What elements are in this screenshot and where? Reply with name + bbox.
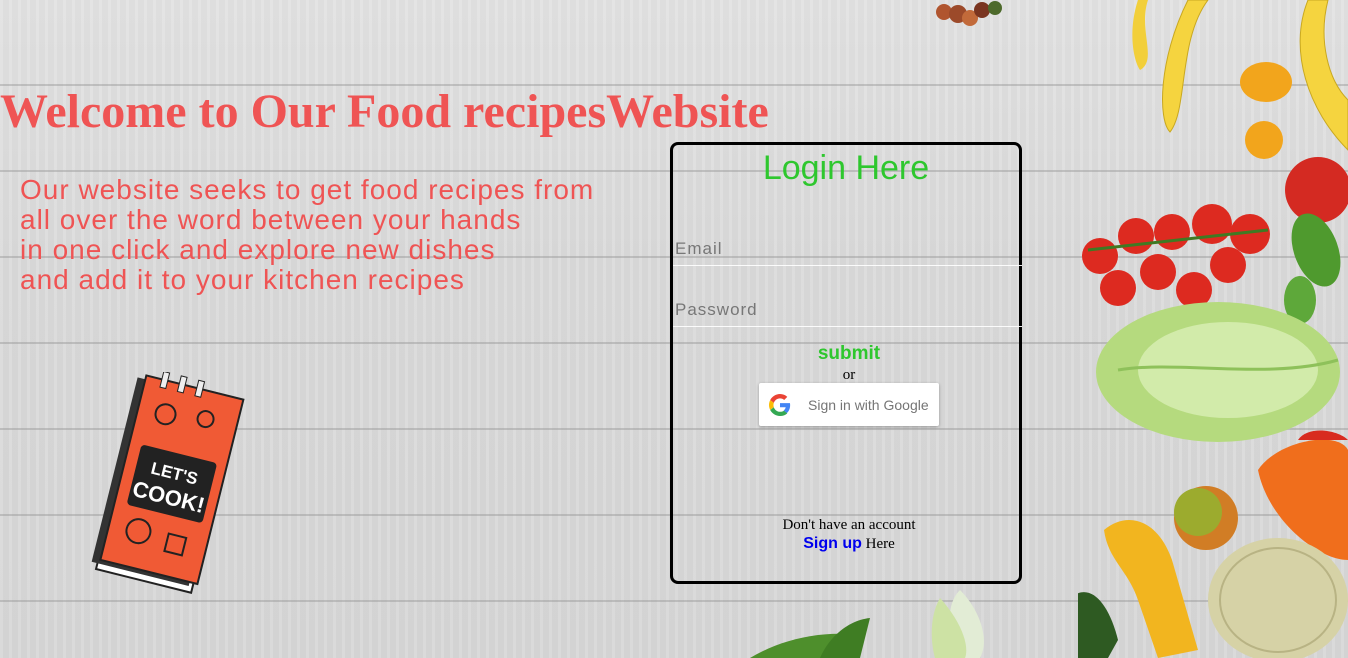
- intro-line: Our website seeks to get food recipes fr…: [20, 174, 595, 205]
- google-signin-label: Sign in with Google: [808, 396, 929, 413]
- email-field[interactable]: [673, 233, 1026, 265]
- no-account-text: Don't have an account: [782, 517, 916, 533]
- or-separator: or: [842, 367, 856, 383]
- page-title: Welcome to Our Food recipesWebsite: [0, 85, 769, 138]
- google-signin-button[interactable]: Sign in with Google: [759, 383, 939, 426]
- grapes-decoration: [936, 1, 1002, 26]
- email-field-wrapper: [673, 233, 1026, 266]
- google-icon: [769, 393, 791, 416]
- login-title: Login Here: [762, 149, 930, 187]
- password-field[interactable]: [673, 294, 1026, 326]
- vegetables-decoration: [1078, 0, 1348, 658]
- submit-button[interactable]: submit: [673, 343, 1025, 365]
- intro-line: all over the word between your hands: [20, 204, 522, 235]
- login-panel: Login Here submit or Sign in with Google…: [670, 142, 1026, 584]
- password-field-wrapper: [673, 294, 1026, 327]
- signup-link[interactable]: Sign up: [803, 535, 862, 552]
- greens-decoration: [750, 590, 984, 658]
- intro-line: and add it to your kitchen recipes: [20, 264, 465, 295]
- signup-line: Sign up Here: [673, 535, 1025, 553]
- signup-suffix: Here: [861, 536, 895, 552]
- intro-line: in one click and explore new dishes: [20, 234, 496, 265]
- intro-text: Our website seeks to get food recipes fr…: [20, 175, 680, 295]
- cookbook-illustration: LET'S COOK!: [91, 372, 245, 594]
